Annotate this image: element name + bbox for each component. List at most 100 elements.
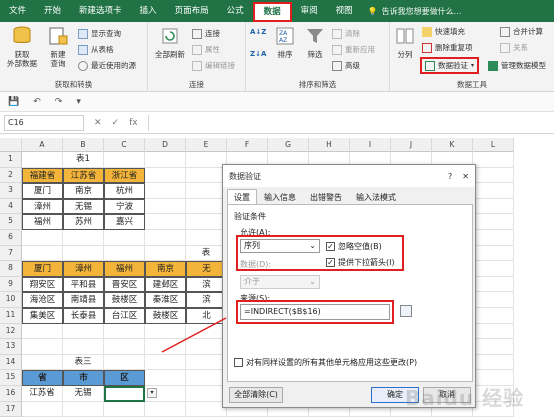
column-header[interactable]: I	[350, 138, 391, 152]
row-header[interactable]: 3	[0, 183, 22, 199]
table-header[interactable]: 区	[104, 370, 145, 386]
column-header[interactable]: F	[227, 138, 268, 152]
cell[interactable]	[145, 183, 186, 199]
cell[interactable]	[145, 198, 186, 215]
cell[interactable]	[186, 198, 227, 215]
table-title[interactable]: 表	[186, 245, 227, 262]
cell[interactable]	[473, 276, 514, 293]
customize-qat-icon[interactable]: ▾	[76, 97, 81, 107]
fx-icon[interactable]: fx	[129, 118, 138, 128]
row-header[interactable]: 12	[0, 323, 22, 340]
cell[interactable]	[145, 214, 186, 230]
table-header[interactable]: 漳州	[63, 261, 104, 277]
cell[interactable]	[473, 386, 514, 402]
column-header[interactable]: J	[391, 138, 432, 152]
cell[interactable]	[145, 167, 186, 184]
table-title[interactable]: 表1	[63, 152, 104, 168]
column-header[interactable]: E	[186, 138, 227, 152]
cell[interactable]	[186, 214, 227, 230]
table-cell[interactable]: 无锡	[63, 386, 104, 402]
row-header[interactable]: 11	[0, 308, 22, 324]
table-cell[interactable]: 台江区	[104, 308, 145, 324]
cell[interactable]	[63, 323, 104, 340]
apply-all-checkbox[interactable]: 对有同样设置的所有其他单元格应用这些更改(P)	[234, 357, 417, 368]
sort-button[interactable]: ZA AZ 排序	[272, 26, 298, 59]
flash-fill-button[interactable]: 快速填充	[422, 26, 465, 37]
cell[interactable]	[145, 245, 186, 262]
cell[interactable]	[63, 339, 104, 355]
cell[interactable]	[473, 167, 514, 184]
cell[interactable]	[473, 308, 514, 324]
cell[interactable]	[22, 230, 63, 246]
cell[interactable]	[473, 245, 514, 262]
row-header[interactable]: 9	[0, 276, 22, 293]
cell[interactable]	[473, 261, 514, 277]
cell[interactable]	[145, 230, 186, 246]
row-header[interactable]: 6	[0, 230, 22, 246]
cell[interactable]	[186, 386, 227, 402]
cell[interactable]	[473, 401, 514, 418]
cell[interactable]	[473, 183, 514, 199]
cancel-icon[interactable]: ✕	[94, 118, 102, 128]
cell[interactable]	[145, 339, 186, 355]
cell[interactable]	[104, 401, 145, 418]
column-header[interactable]: A	[22, 138, 63, 152]
selected-cell[interactable]	[104, 386, 145, 402]
help-button[interactable]: ?	[448, 172, 452, 181]
cell[interactable]	[145, 152, 186, 168]
sort-az-button[interactable]: A↓Z	[250, 28, 266, 36]
row-header[interactable]: 10	[0, 292, 22, 308]
select-all-corner[interactable]	[0, 138, 22, 152]
cell[interactable]	[104, 245, 145, 262]
cell[interactable]	[473, 323, 514, 340]
cell[interactable]	[22, 339, 63, 355]
table-cell[interactable]: 平和县	[63, 276, 104, 293]
column-header[interactable]: C	[104, 138, 145, 152]
cell[interactable]	[22, 152, 63, 168]
column-header[interactable]: H	[309, 138, 350, 152]
cell[interactable]	[145, 354, 186, 371]
table-header[interactable]: 福建省	[22, 167, 63, 184]
ribbon-tab[interactable]: 审阅	[292, 0, 327, 22]
table-cell[interactable]: 建邺区	[145, 276, 186, 293]
save-icon[interactable]: 💾	[8, 97, 19, 107]
close-button[interactable]: ✕	[462, 172, 469, 181]
cell[interactable]	[145, 323, 186, 340]
sort-za-button[interactable]: Z↓A	[250, 50, 266, 58]
edit-links-button[interactable]: 编辑链接	[192, 60, 235, 71]
row-header[interactable]: 15	[0, 370, 22, 386]
table-cell[interactable]: 无锡	[63, 198, 104, 215]
table-header[interactable]: 福州	[104, 261, 145, 277]
column-header[interactable]: G	[268, 138, 309, 152]
row-header[interactable]: 14	[0, 354, 22, 371]
cell[interactable]	[473, 292, 514, 308]
range-picker-icon[interactable]	[400, 305, 412, 317]
properties-button[interactable]: 属性	[192, 44, 220, 55]
ribbon-tab[interactable]: 开始	[35, 0, 70, 22]
column-header[interactable]: L	[473, 138, 514, 152]
cell[interactable]	[104, 323, 145, 340]
cell[interactable]	[104, 354, 145, 371]
table-header[interactable]: 浙江省	[104, 167, 145, 184]
table-header[interactable]: 无	[186, 261, 227, 277]
get-external-data-button[interactable]: 获取 外部数据	[4, 26, 40, 68]
column-header[interactable]: D	[145, 138, 186, 152]
data-select[interactable]: 介于 ⌄	[240, 275, 320, 289]
cell[interactable]	[473, 370, 514, 386]
refresh-all-button[interactable]: 全部刷新	[150, 26, 190, 59]
row-header[interactable]: 1	[0, 152, 22, 168]
cell[interactable]	[22, 354, 63, 371]
new-query-button[interactable]: 新建 查询	[42, 26, 74, 68]
cell[interactable]	[186, 152, 227, 168]
table-cell[interactable]: 南京	[63, 183, 104, 199]
table-cell[interactable]: 苏州	[63, 214, 104, 230]
filter-button[interactable]: 筛选	[302, 26, 328, 59]
cell[interactable]	[63, 245, 104, 262]
cell[interactable]	[186, 401, 227, 418]
remove-duplicates-button[interactable]: 删除重复项	[422, 42, 473, 53]
cell[interactable]	[186, 183, 227, 199]
ok-button[interactable]: 确定	[371, 387, 419, 403]
table-cell[interactable]: 海沧区	[22, 292, 63, 308]
name-box[interactable]: C16	[4, 114, 84, 131]
table-cell[interactable]: 鼓楼区	[104, 292, 145, 308]
